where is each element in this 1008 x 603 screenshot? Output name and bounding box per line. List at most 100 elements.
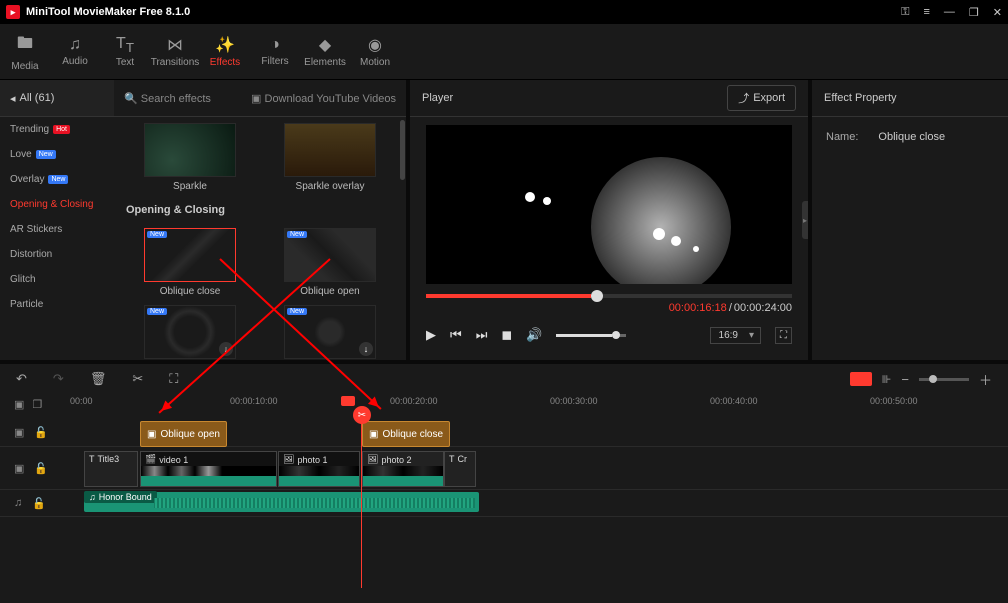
clip-title[interactable]: T Title3 xyxy=(84,451,138,487)
volume-icon[interactable]: 🔊 xyxy=(526,327,542,343)
download-icon[interactable]: ↓ xyxy=(219,342,233,356)
aspect-select[interactable]: 16:9 xyxy=(710,327,761,344)
preview-area[interactable] xyxy=(426,125,792,284)
fullscreen-icon[interactable]: ⛶ xyxy=(775,327,792,344)
total-time: 00:00:24:00 xyxy=(734,302,792,314)
download-youtube-link[interactable]: ▣ Download YouTube Videos xyxy=(251,92,396,105)
volume-slider[interactable] xyxy=(556,334,626,337)
tab-filters[interactable]: ◑Filters xyxy=(250,24,300,79)
effect-sparkle-overlay[interactable]: Sparkle overlay xyxy=(264,123,396,192)
filters-icon: ◑ xyxy=(270,36,280,54)
text-icon: TT xyxy=(116,35,134,55)
track-fx: ▣🔓 ✂ ▣Oblique open ▣Oblique close xyxy=(0,418,1008,447)
redo-icon[interactable]: ↷ xyxy=(53,371,64,387)
track-audio: ♫ 🔓 ♫Honor Bound xyxy=(0,490,1008,517)
tab-text[interactable]: TTText xyxy=(100,24,150,79)
maximize-icon[interactable]: ❐ xyxy=(969,6,979,19)
zoom-slider[interactable] xyxy=(919,378,969,381)
cat-glitch[interactable]: Glitch xyxy=(0,267,114,292)
video-track-icon[interactable]: ▣ xyxy=(14,462,24,475)
search-input[interactable]: 🔍 Search effects xyxy=(124,92,211,105)
clip-video1[interactable]: 🎬 video 1 xyxy=(140,451,277,487)
tab-motion[interactable]: ◉Motion xyxy=(350,24,400,79)
audio-clip[interactable]: ♫Honor Bound xyxy=(84,492,479,512)
effects-icon: ✨ xyxy=(215,35,235,55)
cat-distortion[interactable]: Distortion xyxy=(0,242,114,267)
layer-icon[interactable]: ▣ xyxy=(14,398,24,411)
new-badge: New xyxy=(48,175,68,184)
cat-overlay[interactable]: OverlayNew xyxy=(0,167,114,192)
transition-icon: ⋈ xyxy=(167,35,183,55)
effect-oblique-close[interactable]: NewOblique close xyxy=(124,228,256,297)
hot-badge: Hot xyxy=(53,125,70,134)
lock-icon[interactable]: 🔓 xyxy=(32,497,46,510)
new-badge: New xyxy=(36,150,56,159)
tab-transitions[interactable]: ⋈Transitions xyxy=(150,24,200,79)
clip-photo1[interactable]: 🖼 photo 1 xyxy=(278,451,360,487)
effect-round-close[interactable]: New↓Round close xyxy=(124,305,256,360)
next-icon[interactable]: ⏭ xyxy=(476,327,488,343)
main-toolbar: 🖿Media ♫Audio TTText ⋈Transitions ✨Effec… xyxy=(0,24,1008,80)
lock-icon[interactable]: 🔓 xyxy=(34,462,48,475)
cat-particle[interactable]: Particle xyxy=(0,292,114,317)
track-video: ▣ 🔓 T Title3 🎬 video 1 🖼 photo 1 🖼 photo … xyxy=(0,447,1008,490)
tab-effects[interactable]: ✨Effects xyxy=(200,24,250,79)
playhead-handle[interactable] xyxy=(341,396,355,406)
fx-clip-oblique-close[interactable]: ▣Oblique close xyxy=(362,421,450,447)
lock-icon[interactable]: 🔓 xyxy=(34,426,48,439)
export-button[interactable]: ⤴Export xyxy=(727,85,796,111)
menu-icon[interactable]: ≡ xyxy=(923,6,929,18)
scissors-badge[interactable]: ✂ xyxy=(353,406,371,424)
app-logo: ▸ xyxy=(6,5,20,19)
zoom-in-icon[interactable]: ＋ xyxy=(979,370,992,389)
fx-track-icon[interactable]: ▣ xyxy=(14,426,24,439)
key-icon[interactable]: ⚿ xyxy=(901,6,909,19)
fx-icon: ▣ xyxy=(147,429,156,440)
stop-icon[interactable]: ◼ xyxy=(501,327,512,343)
tab-media[interactable]: 🖿Media xyxy=(0,24,50,79)
category-all[interactable]: ◂ All (61) xyxy=(0,80,114,117)
effect-round-open[interactable]: New↓Round open xyxy=(264,305,396,360)
timeline-ruler[interactable]: ▣❐ 00:00 00:00:10:00 00:00:20:00 00:00:3… xyxy=(0,394,1008,418)
record-indicator[interactable] xyxy=(850,372,872,386)
property-title: Effect Property xyxy=(812,80,1008,117)
effect-oblique-open[interactable]: NewOblique open xyxy=(264,228,396,297)
cat-ar-stickers[interactable]: AR Stickers xyxy=(0,217,114,242)
delete-icon[interactable]: 🗑 xyxy=(90,371,107,387)
folder-icon: 🖿 xyxy=(17,32,33,59)
section-title: Opening & Closing xyxy=(114,198,406,222)
crop-icon[interactable]: ⛶ xyxy=(169,371,178,387)
fx-clip-oblique-open[interactable]: ▣Oblique open xyxy=(140,421,227,447)
export-icon: ⤴ xyxy=(738,90,749,106)
prev-icon[interactable]: ⏮ xyxy=(450,327,462,343)
cat-trending[interactable]: TrendingHot xyxy=(0,117,114,142)
music-icon: ♫ xyxy=(69,36,81,54)
cat-opening-closing[interactable]: Opening & Closing xyxy=(0,192,114,217)
zoom-out-icon[interactable]: − xyxy=(901,372,909,387)
cat-love[interactable]: LoveNew xyxy=(0,142,114,167)
tab-elements[interactable]: ◆Elements xyxy=(300,24,350,79)
download-icon[interactable]: ↓ xyxy=(359,342,373,356)
tab-audio[interactable]: ♫Audio xyxy=(50,24,100,79)
minimize-icon[interactable]: ― xyxy=(944,6,955,18)
close-icon[interactable]: ✕ xyxy=(993,6,1002,19)
prop-name-label: Name: xyxy=(826,131,858,143)
music-note-icon: ♫ xyxy=(89,492,96,502)
playhead[interactable] xyxy=(361,408,362,588)
prop-name-value: Oblique close xyxy=(878,131,945,143)
clip-credits[interactable]: T Cr xyxy=(444,451,476,487)
app-title: MiniTool MovieMaker Free 8.1.0 xyxy=(26,6,190,18)
elements-icon: ◆ xyxy=(319,35,331,55)
clip-photo2[interactable]: 🖼 photo 2 xyxy=(362,451,444,487)
layers-icon[interactable]: ❐ xyxy=(32,398,42,411)
progress-bar[interactable] xyxy=(426,294,792,298)
audio-track-icon[interactable]: ♫ xyxy=(14,497,22,509)
undo-icon[interactable]: ↶ xyxy=(16,371,27,387)
expand-tab[interactable]: ▸ xyxy=(802,201,808,239)
play-icon[interactable]: ▶ xyxy=(426,327,436,343)
effect-sparkle[interactable]: Sparkle xyxy=(124,123,256,192)
split-icon[interactable]: ✂ xyxy=(132,371,143,387)
player-label: Player xyxy=(422,92,453,104)
magnet-icon[interactable]: ⊪ xyxy=(882,373,892,386)
scrollbar[interactable] xyxy=(400,120,405,180)
